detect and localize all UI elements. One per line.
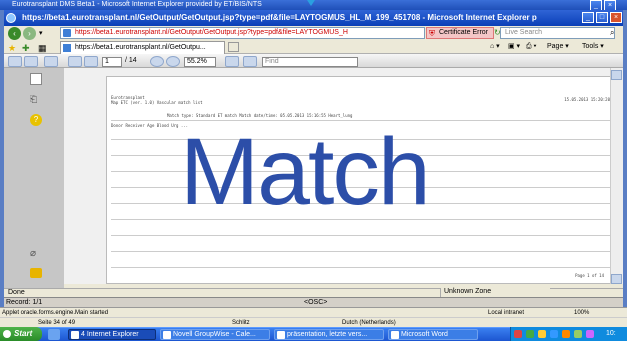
page-menu-label: Page <box>547 43 564 50</box>
ie-window-title: https://beta1.eurotransplant.nl/GetOutpu… <box>4 10 623 26</box>
match-watermark: Match <box>180 119 431 225</box>
ie-logo-icon <box>6 13 16 23</box>
scroll-down-button[interactable] <box>611 274 622 284</box>
maximize-button[interactable]: □ <box>596 12 608 23</box>
report-title: Map ETC (ver. 1.0) Vascular match list <box>111 100 203 105</box>
task-word[interactable]: Microsoft Word <box>388 329 478 340</box>
home-icon[interactable]: ⌂ ▾ <box>490 41 500 53</box>
record-counter: Record: 1/1 <box>6 299 43 306</box>
word-task-icon <box>391 331 399 339</box>
comments-icon[interactable] <box>30 268 42 278</box>
shield-icon: ⛨ <box>429 29 435 38</box>
powerpoint-task-icon <box>277 331 285 339</box>
report-match-info: Match type: Standard ET match Match date… <box>167 113 353 118</box>
tray-icon[interactable] <box>586 330 594 338</box>
pages-icon[interactable] <box>44 56 58 67</box>
task-internet-explorer[interactable]: 4 Internet Explorer <box>68 329 156 340</box>
pointer-marker-icon <box>307 0 315 6</box>
windows-logo-icon <box>3 330 11 338</box>
search-icon[interactable]: ⌕ <box>610 28 614 38</box>
scroll-up-button[interactable] <box>611 70 622 80</box>
add-favorite-icon[interactable]: ✚ <box>22 43 30 54</box>
tools-menu-label: Tools <box>582 43 599 50</box>
quick-launch-ie-icon[interactable] <box>48 329 60 340</box>
tab-label: https://beta1.eurotransplant.nl/GetOutpu… <box>75 44 206 51</box>
print-icon[interactable]: ⎙ ▾ <box>526 41 537 53</box>
favorites-star-icon[interactable]: ★ <box>8 43 16 54</box>
next-page-button[interactable] <box>84 56 98 67</box>
word-status-bar: Seite 34 of 49 Schlitz Dutch (Netherland… <box>0 317 627 327</box>
minimize-button[interactable]: _ <box>582 12 594 23</box>
zoom-out-button[interactable] <box>150 56 164 67</box>
tab-active[interactable]: https://beta1.eurotransplant.nl/GetOutpu… <box>60 41 225 54</box>
task-label: Microsoft Word <box>401 331 448 338</box>
tray-icon[interactable] <box>538 330 546 338</box>
task-groupwise[interactable]: Novell GroupWise - Cale... <box>160 329 270 340</box>
back-button[interactable]: ‹ <box>8 27 21 40</box>
attachments-icon[interactable]: ⎗ <box>30 94 37 105</box>
fit-width-button[interactable] <box>243 56 257 67</box>
task-label: Novell GroupWise - Cale... <box>173 331 256 338</box>
page-icon <box>63 29 71 37</box>
search-input[interactable]: Live Search <box>500 27 615 39</box>
applet-status: Applet oracle.forms.engine.Main started <box>2 310 109 316</box>
certificate-error-label: Certificate Error <box>439 29 489 36</box>
help-icon[interactable]: ? <box>30 114 42 126</box>
ie-task-icon <box>71 331 79 339</box>
groupwise-task-icon <box>163 331 171 339</box>
applet-status-bar: Applet oracle.forms.engine.Main started … <box>0 307 627 317</box>
divider <box>111 267 611 268</box>
print-pdf-icon[interactable] <box>24 56 38 67</box>
tray-icon[interactable] <box>526 330 534 338</box>
clock: 10: <box>606 330 616 337</box>
security-zone: Unknown Zone <box>440 288 550 297</box>
tab-list-icon[interactable]: ▦ <box>38 43 47 54</box>
find-input[interactable]: Find <box>262 57 358 67</box>
zoom-in-button[interactable] <box>166 56 180 67</box>
start-label: Start <box>14 329 33 338</box>
zoom-input[interactable]: 55.2% <box>184 57 216 67</box>
vertical-scrollbar[interactable] <box>610 68 623 284</box>
address-input[interactable]: https://beta1.eurotransplant.nl/GetOutpu… <box>60 27 425 39</box>
tray-icon[interactable] <box>574 330 582 338</box>
save-icon[interactable] <box>8 56 22 67</box>
tray-icon[interactable] <box>550 330 558 338</box>
report-date: 15.05.2013 15:20:20 <box>564 97 610 102</box>
divider <box>111 251 611 252</box>
tools-menu[interactable]: Tools ▾ <box>582 41 604 53</box>
report-page-label: Page 1 of 14 <box>575 273 604 278</box>
osc-indicator: <OSC> <box>304 299 328 306</box>
tray-icon[interactable] <box>562 330 570 338</box>
task-label: präsentation, letzte vers... <box>287 331 368 338</box>
forms-status-bar: Record: 1/1 <OSC> <box>4 297 623 307</box>
pages-panel-icon[interactable] <box>30 73 42 85</box>
report-columns: Donor Receiver Age Blood Urg ... <box>111 123 189 128</box>
task-label: 4 Internet Explorer <box>81 331 139 338</box>
tab-favicon-icon <box>63 44 71 52</box>
divider <box>111 235 611 236</box>
paperclip-icon[interactable]: ⌀ <box>30 248 36 259</box>
page-number-input[interactable]: 1 <box>102 57 122 67</box>
feeds-icon[interactable]: ▣ ▾ <box>508 41 520 53</box>
history-dropdown-icon[interactable]: ▾ <box>39 29 43 37</box>
close-button[interactable]: × <box>610 12 622 23</box>
certificate-error-button[interactable]: ⛨ Certificate Error <box>426 27 494 39</box>
search-placeholder: Live Search <box>505 29 542 36</box>
status-done: Done <box>8 289 25 296</box>
previous-page-button[interactable] <box>68 56 82 67</box>
page-total: / 14 <box>125 57 137 64</box>
task-presentation[interactable]: präsentation, letzte vers... <box>274 329 384 340</box>
forward-button[interactable]: › <box>23 27 36 40</box>
tray-icon[interactable] <box>514 330 522 338</box>
fit-page-button[interactable] <box>225 56 239 67</box>
new-tab-button[interactable] <box>228 42 239 52</box>
page-menu[interactable]: Page ▾ <box>547 41 569 53</box>
